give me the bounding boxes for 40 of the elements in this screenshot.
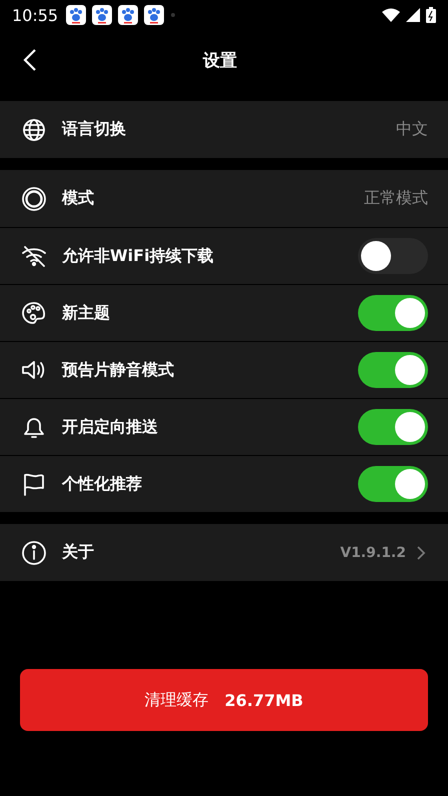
setting-label: 个性化推荐: [62, 474, 143, 494]
settings-row[interactable]: 模式 正常模式: [0, 170, 448, 227]
clear-cache-button[interactable]: 清理缓存 26.77MB: [20, 669, 428, 731]
setting-label: 允许非WiFi持续下载: [62, 246, 215, 266]
toggle-switch[interactable]: [358, 409, 428, 445]
settings-row[interactable]: 预告片静音模式: [0, 341, 448, 398]
settings-row[interactable]: 开启定向推送: [0, 398, 448, 455]
settings-row[interactable]: 关于 V1.9.1.2: [0, 524, 448, 581]
dot-icon: [170, 12, 176, 18]
wifi-icon: [382, 8, 400, 22]
setting-label: 模式: [62, 188, 95, 209]
page-title: 设置: [202, 50, 238, 72]
version-text: V1.9.1.2: [340, 544, 406, 560]
paw-icon: [118, 5, 138, 25]
setting-label: 预告片静音模式: [62, 360, 175, 380]
info-icon: [20, 538, 48, 566]
setting-label: 关于: [62, 542, 95, 563]
paw-icon: [144, 5, 164, 25]
palette-icon: [20, 299, 48, 327]
settings-row[interactable]: 个性化推荐: [0, 455, 448, 512]
chevron-left-icon: [22, 48, 38, 72]
setting-label: 开启定向推送: [62, 416, 159, 438]
setting-value: 正常模式: [364, 188, 428, 209]
battery-icon: [426, 7, 436, 23]
paw-icon: [66, 5, 86, 25]
toggle-switch[interactable]: [358, 466, 428, 502]
settings-row[interactable]: 语言切换 中文: [0, 101, 448, 158]
setting-label: 新主题: [62, 302, 111, 324]
toggle-switch[interactable]: [358, 238, 428, 274]
ring-icon: [20, 184, 48, 212]
setting-value: 中文: [396, 119, 428, 140]
toggle-switch[interactable]: [358, 295, 428, 331]
settings-row[interactable]: 允许非WiFi持续下载: [0, 227, 448, 284]
status-time: 10:55: [12, 6, 58, 24]
toggle-switch[interactable]: [358, 352, 428, 388]
paw-icon: [92, 5, 112, 25]
setting-label: 语言切换: [62, 119, 127, 140]
cache-size: 26.77MB: [224, 690, 304, 710]
signal-icon: [406, 8, 420, 22]
settings-row[interactable]: 新主题: [0, 284, 448, 341]
